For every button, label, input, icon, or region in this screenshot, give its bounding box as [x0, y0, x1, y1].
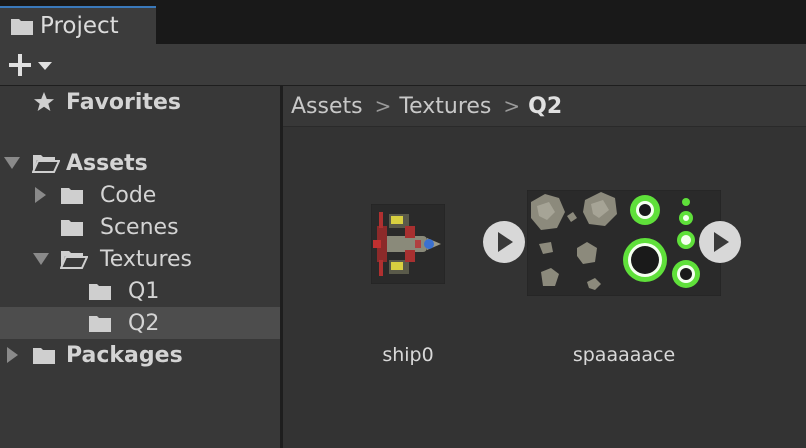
plus-icon	[9, 54, 31, 76]
folder-open-icon	[32, 155, 60, 173]
breadcrumb-separator: >	[374, 94, 392, 118]
tree-label-packages: Packages	[66, 342, 183, 368]
tree-item-assets[interactable]: Assets	[0, 147, 280, 179]
breadcrumb-separator: >	[503, 94, 521, 118]
asset-name-ship0[interactable]: ship0	[358, 344, 458, 366]
tree-item-q1[interactable]: Q1	[0, 275, 280, 307]
expand-sprite-button[interactable]	[483, 221, 525, 263]
folder-icon	[61, 220, 83, 236]
tree-label-scenes: Scenes	[100, 214, 179, 240]
expand-sprite-button[interactable]	[699, 221, 741, 263]
tree-label-q2: Q2	[128, 310, 160, 336]
folder-icon	[89, 316, 111, 332]
expand-arrow-icon[interactable]	[33, 253, 49, 265]
create-button[interactable]	[8, 52, 60, 78]
tab-bar: Project	[0, 6, 806, 45]
tree-label-code: Code	[100, 182, 157, 208]
folder-icon	[61, 188, 83, 204]
folder-icon	[33, 348, 55, 364]
folder-icon	[89, 284, 111, 300]
asset-name-spaaaaace[interactable]: spaaaaace	[549, 344, 699, 366]
breadcrumb-q2[interactable]: Q2	[528, 94, 562, 119]
ship-sprite-thumbnail[interactable]	[371, 204, 445, 284]
tab-project[interactable]: Project	[0, 6, 156, 44]
breadcrumb-textures[interactable]: Textures	[399, 94, 491, 119]
tree-label-favorites: Favorites	[66, 89, 181, 115]
tree-item-packages[interactable]: Packages	[0, 339, 280, 371]
expand-arrow-icon[interactable]	[35, 187, 46, 203]
expand-arrow-icon[interactable]	[7, 347, 18, 363]
breadcrumb-assets[interactable]: Assets	[291, 94, 363, 119]
tree-item-favorites[interactable]: Favorites	[0, 86, 280, 118]
star-icon	[34, 92, 54, 111]
folder-open-icon	[60, 251, 88, 269]
tree-label-q1: Q1	[128, 278, 160, 304]
asset-browser: Assets > Textures > Q2 ship0 spaaaaace	[283, 86, 806, 448]
tree-item-code[interactable]: Code	[0, 179, 280, 211]
tree-item-q2[interactable]: Q2	[0, 307, 280, 339]
caret-down-icon	[38, 62, 52, 70]
tree-item-textures[interactable]: Textures	[0, 243, 280, 275]
tree-label-textures: Textures	[100, 246, 192, 272]
tab-project-label: Project	[40, 13, 119, 39]
breadcrumb: Assets > Textures > Q2	[283, 86, 806, 127]
space-sprite-sheet-thumbnail[interactable]	[527, 190, 721, 296]
expand-arrow-icon[interactable]	[4, 157, 20, 169]
toolbar	[0, 44, 806, 86]
tree-item-scenes[interactable]: Scenes	[0, 211, 280, 243]
project-tree: Favorites Assets Code Scenes Textures Q1…	[0, 86, 280, 448]
tree-label-assets: Assets	[66, 150, 148, 176]
folder-icon	[11, 19, 33, 35]
